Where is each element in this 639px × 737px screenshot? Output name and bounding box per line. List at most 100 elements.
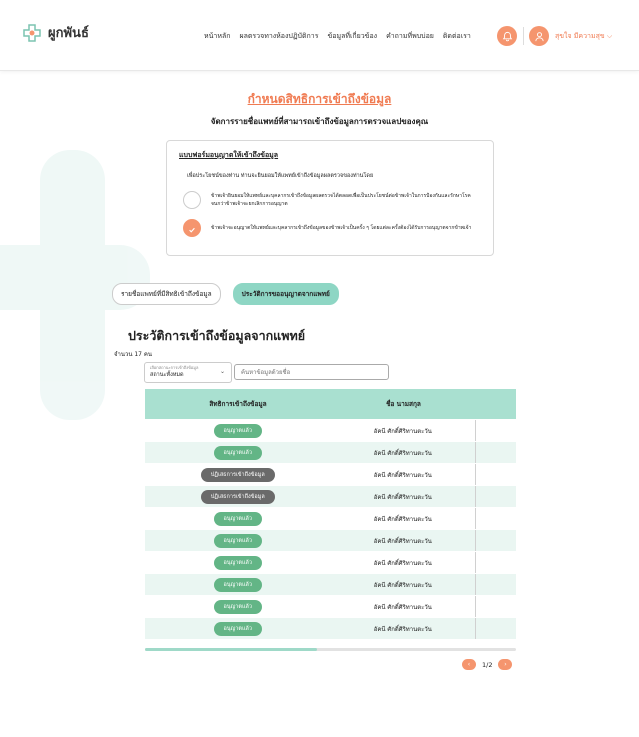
nav-home[interactable]: หน้าหลัก (204, 31, 230, 42)
radio-option-per-request[interactable] (183, 219, 201, 237)
logo-icon (22, 23, 42, 43)
access-status-cell: อนุญาตแล้ว (145, 533, 331, 548)
access-status-cell: อนุญาตแล้ว (145, 599, 331, 614)
main-nav: หน้าหลัก ผลตรวจทางห้องปฏิบัติการ ข้อมูลท… (204, 31, 471, 42)
doctor-name-cell: อัคนี ศักดิ์ศิริทานตะวัน (373, 427, 432, 435)
section-title: ประวัติการเข้าถึงข้อมูลจากแพทย์ (128, 328, 306, 343)
table-horizontal-scrollbar[interactable] (145, 648, 516, 651)
option-always-label: ข้าพเจ้ายินยอมให้แพทย์และบุคลากรเข้าถึงข… (211, 193, 471, 207)
user-icon (534, 27, 545, 46)
extra-cell (475, 442, 516, 463)
table-row: อนุญาตแล้ว อัคนี ศักดิ์ศิริทานตะวัน (145, 529, 516, 551)
nav-lab-results[interactable]: ผลตรวจทางห้องปฏิบัติการ (239, 31, 318, 42)
doctor-name-cell: อัคนี ศักดิ์ศิริทานตะวัน (373, 537, 432, 545)
doctor-name-cell: อัคนี ศักดิ์ศิริทานตะวัน (373, 493, 432, 501)
chevron-left-icon: ‹ (467, 661, 471, 668)
extra-cell (475, 574, 516, 595)
user-avatar[interactable] (529, 26, 549, 46)
table-row: อนุญาตแล้ว อัคนี ศักดิ์ศิริทานตะวัน (145, 419, 516, 441)
bell-icon (502, 27, 513, 46)
status-badge: อนุญาตแล้ว (213, 555, 262, 570)
status-badge: ปฏิเสธการเข้าถึงข้อมูล (200, 467, 275, 482)
access-status-cell: อนุญาตแล้ว (145, 445, 331, 460)
tab-request-history[interactable]: ประวัติการขออนุญาตจากแพทย์ (232, 283, 339, 305)
logo-text: ผูกพันธ์ (48, 26, 89, 41)
page-indicator: 1/2 (482, 660, 493, 669)
doctor-name-cell: อัคนี ศักดิ์ศิริทานตะวัน (373, 515, 432, 523)
user-menu[interactable]: สุขใจ มีความสุข ⌵ (555, 31, 612, 42)
nav-related-info[interactable]: ข้อมูลที่เกี่ยวข้อง (327, 31, 377, 42)
pagination: ‹ 1/2 › (462, 659, 513, 670)
access-status-cell: ปฏิเสธการเข้าถึงข้อมูล (145, 467, 331, 482)
status-badge: อนุญาตแล้ว (213, 445, 262, 460)
extra-cell (475, 508, 516, 529)
table-row: อนุญาตแล้ว อัคนี ศักดิ์ศิริทานตะวัน (145, 573, 516, 595)
status-filter-select[interactable]: เลือกสถานะการเข้าถึงข้อมูล สถานะทั้งหมด … (144, 362, 232, 383)
status-filter-label: เลือกสถานะการเข้าถึงข้อมูล (150, 365, 199, 370)
extra-cell (475, 530, 516, 551)
consent-option-per-request[interactable]: ข้าพเจ้าจะอนุญาตให้แพทย์และบุคลากรเข้าถึ… (183, 219, 476, 237)
chevron-down-icon: ⌄ (219, 368, 225, 375)
extra-cell (475, 486, 516, 507)
access-status-cell: อนุญาตแล้ว (145, 621, 331, 636)
doctor-name-cell: อัคนี ศักดิ์ศิริทานตะวัน (373, 449, 432, 457)
notification-button[interactable] (497, 26, 517, 46)
doctor-name-cell: อัคนี ศักดิ์ศิริทานตะวัน (373, 625, 432, 633)
search-input[interactable] (234, 364, 389, 380)
table-row: ปฏิเสธการเข้าถึงข้อมูล อัคนี ศักดิ์ศิริทา… (145, 485, 516, 507)
nav-faq[interactable]: คำถามที่พบบ่อย (386, 31, 434, 42)
record-count: จำนวน 17 คน (114, 351, 153, 358)
tab-authorized-doctors[interactable]: รายชื่อแพทย์ที่มีสิทธิเข้าถึงข้อมูล (112, 283, 221, 305)
status-badge: อนุญาตแล้ว (213, 599, 262, 614)
next-page-button[interactable]: › (498, 659, 513, 670)
access-history-table: สิทธิการเข้าถึงข้อมูล ชื่อ นามสกุล อนุญา… (145, 389, 516, 639)
page-subtitle: จัดการรายชื่อแพทย์ที่สามารถเข้าถึงข้อมูล… (210, 117, 429, 126)
table-row: อนุญาตแล้ว อัคนี ศักดิ์ศิริทานตะวัน (145, 595, 516, 617)
extra-cell (475, 618, 516, 639)
column-header-name: ชื่อ นามสกุล (386, 400, 421, 408)
chevron-right-icon: › (504, 661, 507, 668)
table-row: ปฏิเสธการเข้าถึงข้อมูล อัคนี ศักดิ์ศิริทา… (145, 463, 516, 485)
access-status-cell: อนุญาตแล้ว (145, 423, 331, 438)
extra-cell (475, 420, 516, 441)
doctor-name-cell: อัคนี ศักดิ์ศิริทานตะวัน (373, 603, 432, 611)
status-badge: อนุญาตแล้ว (213, 577, 262, 592)
column-header-access: สิทธิการเข้าถึงข้อมูล (209, 400, 267, 408)
status-badge: อนุญาตแล้ว (213, 511, 262, 526)
access-status-cell: อนุญาตแล้ว (145, 577, 331, 592)
prev-page-button[interactable]: ‹ (462, 659, 476, 670)
scrollbar-thumb[interactable] (145, 648, 317, 651)
consent-form: แบบฟอร์มอนุญาตให้เข้าถึงข้อมูล เพื่อประโ… (166, 140, 494, 256)
access-status-cell: อนุญาตแล้ว (145, 511, 331, 526)
table-row: อนุญาตแล้ว อัคนี ศักดิ์ศิริทานตะวัน (145, 551, 516, 573)
status-badge: อนุญาตแล้ว (213, 423, 262, 438)
check-icon (188, 219, 196, 238)
logo[interactable]: ผูกพันธ์ (22, 22, 89, 43)
header-divider (523, 27, 524, 45)
option-per-request-label: ข้าพเจ้าจะอนุญาตให้แพทย์และบุคลากรเข้าถึ… (211, 225, 472, 231)
table-row: อนุญาตแล้ว อัคนี ศักดิ์ศิริทานตะวัน (145, 441, 516, 463)
table-row: อนุญาตแล้ว อัคนี ศักดิ์ศิริทานตะวัน (145, 617, 516, 639)
table-body: อนุญาตแล้ว อัคนี ศักดิ์ศิริทานตะวัน อนุญาต… (145, 419, 516, 639)
nav-contact[interactable]: ติดต่อเรา (443, 31, 471, 42)
consent-option-always[interactable]: ข้าพเจ้ายินยอมให้แพทย์และบุคลากรเข้าถึงข… (183, 191, 476, 209)
status-badge: อนุญาตแล้ว (213, 533, 262, 548)
tab-bar: รายชื่อแพทย์ที่มีสิทธิเข้าถึงข้อมูล ประว… (112, 283, 339, 305)
doctor-name-cell: อัคนี ศักดิ์ศิริทานตะวัน (373, 581, 432, 589)
table-row: อนุญาตแล้ว อัคนี ศักดิ์ศิริทานตะวัน (145, 507, 516, 529)
consent-heading: แบบฟอร์มอนุญาตให้เข้าถึงข้อมูล (179, 151, 279, 159)
page-title: กำหนดสิทธิการเข้าถึงข้อมูล (247, 92, 392, 106)
doctor-name-cell: อัคนี ศักดิ์ศิริทานตะวัน (373, 559, 432, 567)
top-navbar: ผูกพันธ์ หน้าหลัก ผลตรวจทางห้องปฏิบัติกา… (0, 0, 639, 71)
access-status-cell: ปฏิเสธการเข้าถึงข้อมูล (145, 489, 331, 504)
status-filter-value: สถานะทั้งหมด (150, 372, 184, 378)
doctor-name-cell: อัคนี ศักดิ์ศิริทานตะวัน (373, 471, 432, 479)
radio-option-always[interactable] (183, 191, 201, 209)
extra-cell (475, 552, 516, 573)
consent-description: เพื่อประโยชน์ของท่าน ท่านจะยินยอมให้แพทย… (187, 173, 374, 179)
extra-cell (475, 464, 516, 485)
status-badge: อนุญาตแล้ว (213, 621, 262, 636)
extra-cell (475, 596, 516, 617)
table-header: สิทธิการเข้าถึงข้อมูล ชื่อ นามสกุล (145, 389, 516, 419)
access-status-cell: อนุญาตแล้ว (145, 555, 331, 570)
